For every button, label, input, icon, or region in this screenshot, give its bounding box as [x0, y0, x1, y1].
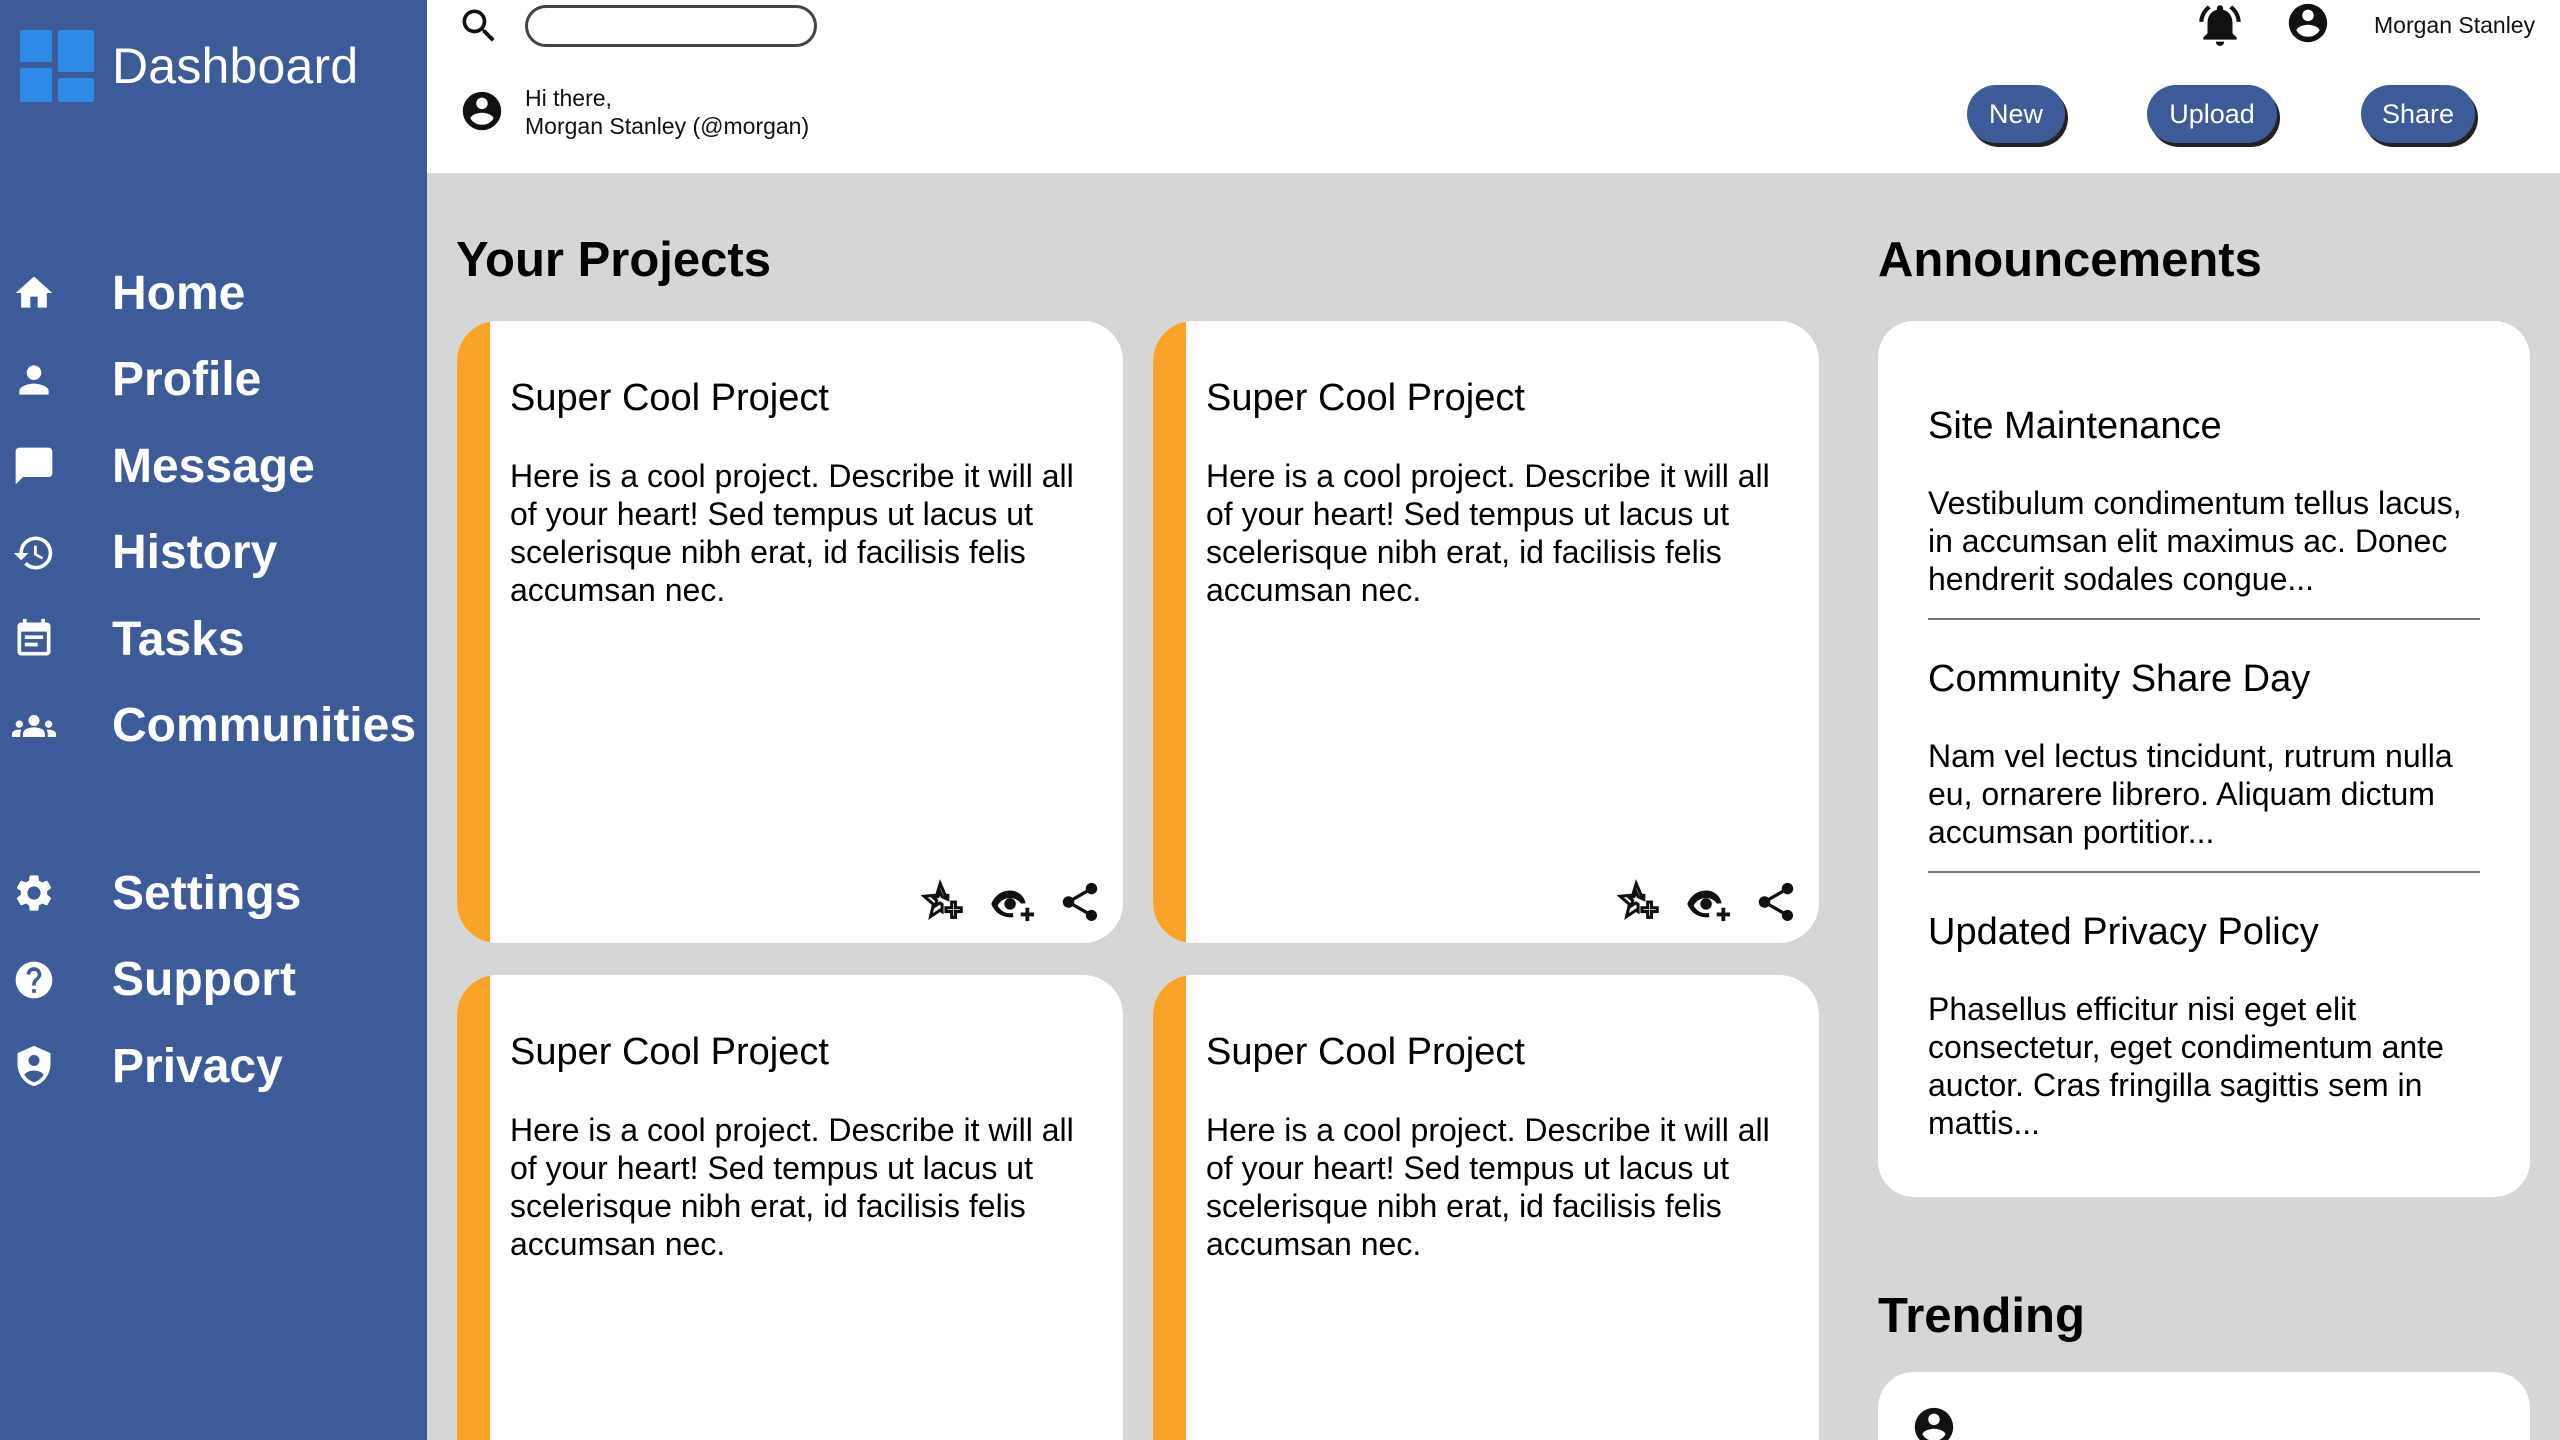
history-icon [0, 528, 72, 578]
sidebar-item-settings[interactable]: Settings [0, 850, 427, 937]
star-add-icon[interactable] [1616, 879, 1663, 925]
home-icon [0, 268, 72, 318]
sidebar-item-history[interactable]: History [0, 510, 427, 597]
sidebar-item-label: Message [112, 439, 315, 493]
search-input[interactable] [525, 5, 817, 47]
sidebar-item-home[interactable]: Home [0, 250, 427, 337]
project-card[interactable]: Super Cool Project Here is a cool projec… [457, 975, 1123, 1440]
announcements-panel: Site Maintenance Vestibulum condimentum … [1878, 321, 2530, 1197]
sidebar-item-profile[interactable]: Profile [0, 337, 427, 424]
sidebar-item-privacy[interactable]: Privacy [0, 1023, 427, 1110]
sidebar-item-label: Communities [112, 699, 417, 753]
share-icon[interactable] [1057, 879, 1103, 925]
secondary-nav: Settings Support Privacy [0, 850, 427, 1110]
announcement-item[interactable]: Updated Privacy Policy Phasellus efficit… [1928, 911, 2480, 1142]
greeting-avatar-icon [459, 88, 505, 134]
user-account-icon[interactable] [2285, 0, 2331, 46]
gear-icon [0, 868, 72, 918]
dashboard-logo-icon [20, 30, 94, 102]
share-button[interactable]: Share [2361, 85, 2475, 143]
avatar-icon[interactable] [1911, 1404, 1957, 1440]
announcement-item[interactable]: Site Maintenance Vestibulum condimentum … [1928, 405, 2480, 598]
brand[interactable]: Dashboard [20, 30, 358, 102]
app-root: Dashboard Home Profile Message History T… [0, 0, 2560, 1440]
announcement-body: Phasellus efficitur nisi eget elit conse… [1928, 991, 2444, 1141]
primary-nav: Home Profile Message History Tasks Commu… [0, 250, 427, 769]
trending-panel [1878, 1372, 2530, 1440]
announcement-title: Site Maintenance [1928, 405, 2222, 447]
project-title: Super Cool Project [510, 1031, 829, 1073]
divider [1928, 618, 2480, 620]
announcement-body: Nam vel lectus tincidunt, rutrum nulla e… [1928, 738, 2453, 850]
sidebar: Dashboard Home Profile Message History T… [0, 0, 427, 1440]
help-icon [0, 955, 72, 1005]
project-card[interactable]: Super Cool Project Here is a cool projec… [1153, 975, 1819, 1440]
upload-button[interactable]: Upload [2147, 85, 2277, 143]
greeting-line: Hi there, [525, 85, 612, 111]
greeting: Hi there, Morgan Stanley (@morgan) [525, 84, 809, 140]
announcement-body: Vestibulum condimentum tellus lacus, in … [1928, 485, 2462, 597]
project-description: Here is a cool project. Describe it will… [1206, 458, 1770, 608]
new-button[interactable]: New [1967, 85, 2065, 143]
watch-add-icon[interactable] [989, 879, 1035, 925]
sidebar-item-tasks[interactable]: Tasks [0, 596, 427, 683]
announcements-heading: Announcements [1878, 233, 2262, 287]
shield-icon [0, 1041, 72, 1091]
sidebar-item-label: History [112, 526, 278, 580]
sidebar-item-label: Support [112, 953, 296, 1007]
announcement-item[interactable]: Community Share Day Nam vel lectus tinci… [1928, 658, 2480, 851]
trending-heading: Trending [1878, 1289, 2085, 1343]
announcement-title: Community Share Day [1928, 658, 2311, 700]
sidebar-item-label: Tasks [112, 612, 245, 666]
project-card[interactable]: Super Cool Project Here is a cool projec… [457, 321, 1123, 943]
project-title: Super Cool Project [1206, 377, 1525, 419]
project-title: Super Cool Project [1206, 1031, 1525, 1073]
brand-title: Dashboard [112, 38, 359, 94]
project-actions [920, 879, 1103, 925]
profile-icon [0, 355, 72, 405]
user-name[interactable]: Morgan Stanley [2374, 12, 2535, 39]
top-bar: Hi there, Morgan Stanley (@morgan) Morga… [427, 0, 2560, 173]
sidebar-item-label: Home [112, 266, 246, 320]
project-description: Here is a cool project. Describe it will… [510, 458, 1074, 608]
greeting-user: Morgan Stanley (@morgan) [525, 113, 810, 139]
watch-add-icon[interactable] [1685, 879, 1731, 925]
sidebar-item-support[interactable]: Support [0, 937, 427, 1024]
projects-heading: Your Projects [456, 233, 771, 287]
share-icon[interactable] [1753, 879, 1799, 925]
sidebar-item-message[interactable]: Message [0, 423, 427, 510]
sidebar-item-label: Settings [112, 866, 302, 920]
communities-icon [0, 701, 72, 751]
sidebar-item-label: Privacy [112, 1039, 283, 1093]
search-icon[interactable] [457, 4, 501, 48]
tasks-icon [0, 614, 72, 664]
project-card[interactable]: Super Cool Project Here is a cool projec… [1153, 321, 1819, 943]
message-icon [0, 441, 72, 491]
project-description: Here is a cool project. Describe it will… [510, 1112, 1074, 1262]
project-description: Here is a cool project. Describe it will… [1206, 1112, 1770, 1262]
project-title: Super Cool Project [510, 377, 829, 419]
sidebar-item-communities[interactable]: Communities [0, 683, 427, 770]
sidebar-item-label: Profile [112, 353, 262, 407]
announcement-title: Updated Privacy Policy [1928, 911, 2319, 953]
star-add-icon[interactable] [920, 879, 967, 925]
divider [1928, 871, 2480, 873]
bell-icon[interactable] [2195, 0, 2245, 50]
project-actions [1616, 879, 1799, 925]
